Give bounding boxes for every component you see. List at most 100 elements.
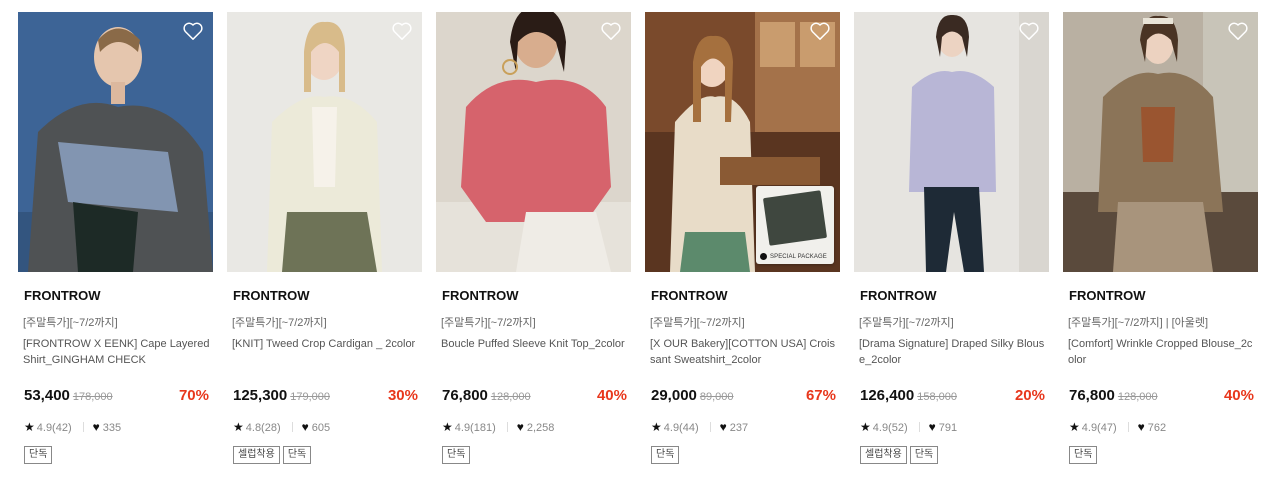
original-price: 179,000 [290, 391, 330, 403]
product-card[interactable]: FRONTROW [주말특가][~7/2까지] [FRONTROW X EENK… [18, 12, 213, 482]
rating: 4.9(42) [36, 422, 72, 434]
wishlist-heart-icon[interactable] [182, 21, 204, 41]
product-image[interactable] [227, 12, 422, 272]
price-row: 125,300 179,000 30% [233, 387, 418, 407]
star-icon: ★ [1069, 420, 1080, 434]
badge-dot-icon [760, 252, 767, 260]
product-image[interactable] [18, 12, 213, 272]
wishlist-heart-icon[interactable] [809, 21, 831, 41]
product-name[interactable]: [X OUR Bakery][COTTON USA] Croissant Swe… [650, 336, 840, 368]
star-icon: ★ [24, 420, 35, 434]
brand-name[interactable]: FRONTROW [442, 288, 519, 303]
sale-price: 125,300 [233, 387, 288, 404]
promo-label: [주말특가][~7/2까지] | [아울렛] [1068, 317, 1209, 329]
tag-badge: 단독 [651, 446, 680, 464]
promo-label: [주말특가][~7/2까지] [650, 317, 745, 329]
star-icon: ★ [860, 420, 871, 434]
original-price: 128,000 [1117, 391, 1158, 403]
price-row: 126,400 158,000 20% [860, 387, 1045, 407]
review-stats: ★ 4.8(28) ♥ 605 [233, 420, 330, 434]
rating: 4.9(47) [1081, 422, 1117, 434]
review-stats: ★ 4.9(47) ♥ 762 [1069, 420, 1166, 434]
like-heart-icon: ♥ [928, 420, 936, 434]
product-card[interactable]: FRONTROW [주말특가][~7/2까지] [KNIT] Tweed Cro… [227, 12, 422, 482]
discount-rate: 70% [178, 387, 209, 404]
discount-rate: 40% [596, 387, 627, 404]
sale-price: 126,400 [860, 387, 915, 404]
wishlist-heart-icon[interactable] [391, 21, 413, 41]
sale-price: 76,800 [442, 387, 488, 404]
wishlist-heart-icon[interactable] [600, 21, 622, 41]
like-heart-icon: ♥ [301, 420, 309, 434]
discount-rate: 67% [805, 387, 836, 404]
review-stats: ★ 4.9(44) ♥ 237 [651, 420, 748, 434]
like-count: 605 [311, 422, 331, 434]
tag-badge: 단독 [1069, 446, 1098, 464]
rating: 4.9(52) [872, 422, 908, 434]
price-row: 76,800 128,000 40% [442, 387, 627, 407]
rating: 4.8(28) [245, 422, 281, 434]
discount-rate: 20% [1014, 387, 1045, 404]
product-image[interactable] [436, 12, 631, 272]
brand-name[interactable]: FRONTROW [651, 288, 728, 303]
original-price: 128,000 [490, 391, 531, 403]
divider [291, 422, 293, 432]
package-pouch-image [762, 190, 828, 246]
brand-name[interactable]: FRONTROW [1069, 288, 1146, 303]
like-count: 237 [729, 422, 749, 434]
tag-badge: 단독 [909, 446, 939, 464]
tag-list: 셀럽착용 단독 [233, 444, 314, 464]
original-price: 89,000 [699, 391, 734, 403]
product-name[interactable]: [FRONTROW X EENK] Cape Layered Shirt_GIN… [23, 336, 213, 368]
star-icon: ★ [233, 420, 244, 434]
tag-badge: 셀럽착용 [860, 446, 907, 464]
tag-list: 셀럽착용 단독 [860, 444, 941, 464]
divider [918, 422, 920, 432]
review-stats: ★ 4.9(42) ♥ 335 [24, 420, 121, 434]
like-count: 2,258 [526, 422, 555, 434]
divider [1127, 422, 1129, 432]
product-card[interactable]: FRONTROW [주말특가][~7/2까지] | [아울렛] [Comfort… [1063, 12, 1258, 482]
like-count: 762 [1147, 422, 1167, 434]
original-price: 178,000 [72, 391, 113, 403]
like-count: 791 [938, 422, 958, 434]
price-row: 29,000 89,000 67% [651, 387, 836, 407]
wishlist-heart-icon[interactable] [1227, 21, 1249, 41]
product-card[interactable]: SPECIAL PACKAGE FRONTROW [주말특가][~7/2까지] … [645, 12, 840, 482]
product-name[interactable]: Boucle Puffed Sleeve Knit Top_2color [441, 336, 631, 352]
product-image[interactable]: SPECIAL PACKAGE [645, 12, 840, 272]
tag-badge: 단독 [282, 446, 312, 464]
review-stats: ★ 4.9(181) ♥ 2,258 [442, 420, 554, 434]
product-card[interactable]: FRONTROW [주말특가][~7/2까지] [Drama Signature… [854, 12, 1049, 482]
like-heart-icon: ♥ [92, 420, 100, 434]
brand-name[interactable]: FRONTROW [24, 288, 101, 303]
brand-name[interactable]: FRONTROW [860, 288, 937, 303]
wishlist-heart-icon[interactable] [1018, 21, 1040, 41]
product-name[interactable]: [Comfort] Wrinkle Cropped Blouse_2color [1068, 336, 1258, 368]
discount-rate: 40% [1223, 387, 1254, 404]
product-image[interactable] [854, 12, 1049, 272]
product-image[interactable] [1063, 12, 1258, 272]
price-row: 76,800 128,000 40% [1069, 387, 1254, 407]
like-heart-icon: ♥ [719, 420, 727, 434]
sale-price: 53,400 [24, 387, 70, 404]
product-name[interactable]: [KNIT] Tweed Crop Cardigan _ 2color [232, 336, 422, 352]
divider [709, 422, 711, 432]
tag-badge: 단독 [442, 446, 471, 464]
like-heart-icon: ♥ [1137, 420, 1145, 434]
original-price: 158,000 [917, 391, 957, 403]
tag-list: 단독 [651, 444, 682, 464]
sale-price: 76,800 [1069, 387, 1115, 404]
like-count: 335 [102, 422, 122, 434]
review-stats: ★ 4.9(52) ♥ 791 [860, 420, 957, 434]
promo-label: [주말특가][~7/2까지] [859, 317, 954, 329]
special-package-badge: SPECIAL PACKAGE [756, 186, 834, 264]
price-row: 53,400 178,000 70% [24, 387, 209, 407]
star-icon: ★ [651, 420, 662, 434]
brand-name[interactable]: FRONTROW [233, 288, 310, 303]
divider [82, 422, 84, 432]
tag-list: 단독 [24, 444, 55, 464]
product-name[interactable]: [Drama Signature] Draped Silky Blouse_2c… [859, 336, 1049, 368]
product-card[interactable]: FRONTROW [주말특가][~7/2까지] Boucle Puffed Sl… [436, 12, 631, 482]
tag-badge: 셀럽착용 [233, 446, 280, 464]
